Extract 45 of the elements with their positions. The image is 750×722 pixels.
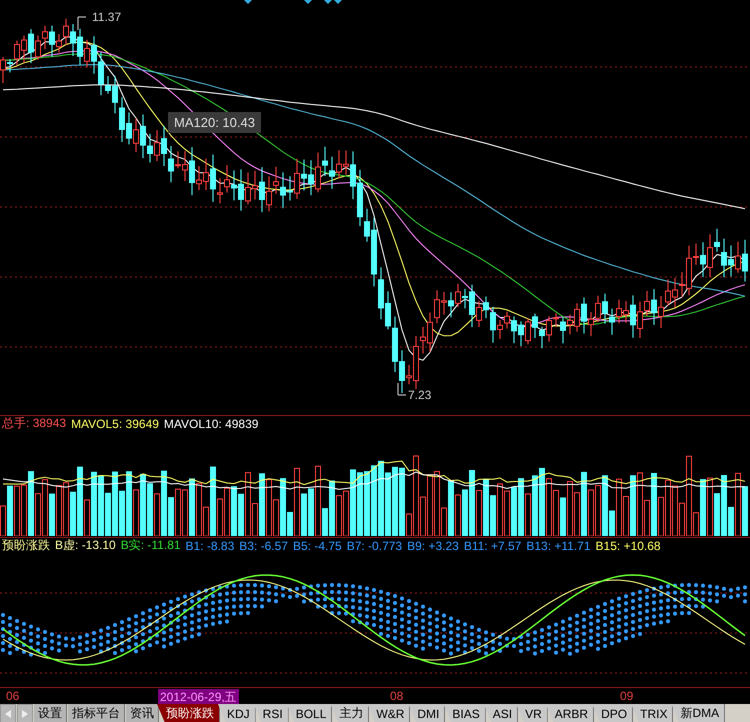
indicator-title: 预盼涨跌 (2, 537, 50, 554)
indicator-legend-item: B5: -4.75 (292, 538, 342, 552)
indicator-tab[interactable]: ARBR (546, 704, 594, 722)
volume-legend-item: 总手: 38943 (2, 415, 66, 432)
indicator-tab[interactable]: 主力 (330, 704, 370, 722)
leader-line (78, 16, 86, 30)
indicator-tab[interactable]: 新DMA (671, 704, 726, 722)
toolbar-button[interactable]: 设置 (34, 704, 67, 722)
ma-tooltip: MA120: 10.43 (168, 112, 261, 133)
indicator-tab[interactable]: TRIX (631, 704, 674, 722)
volume-legend-item: MAVOL10: 49839 (164, 416, 258, 430)
diamond-icon (304, 0, 312, 4)
indicator-tab[interactable]: RSI (254, 704, 289, 722)
left-triangle-icon (4, 710, 12, 718)
indicator-legend-item: B虚: -13.10 (55, 537, 116, 554)
indicator-legend-item: B1: -8.83 (186, 538, 234, 552)
indicator-legend-item: B15: +10.68 (596, 538, 661, 552)
indicator-tab[interactable]: DMI (408, 704, 446, 722)
date-axis-label: 08 (389, 689, 404, 703)
leader-line (398, 382, 406, 396)
indicator-legend-item: B11: +7.57 (464, 538, 522, 552)
high-price-label: 11.37 (92, 10, 122, 24)
toolbar-button[interactable]: 资讯 (126, 704, 159, 722)
indicator-tab[interactable]: BIAS (443, 704, 486, 722)
indicator-tab[interactable]: ASI (484, 704, 518, 722)
right-triangle-icon (21, 710, 29, 718)
indicator-tab[interactable]: DPO (592, 704, 634, 722)
indicator-legend-item: B13: +11.71 (526, 538, 591, 552)
scroll-right-button[interactable] (17, 704, 33, 722)
date-axis-label: 06 (5, 689, 20, 703)
indicator-legend-item: B9: +3.23 (407, 538, 459, 552)
diamond-icon (244, 0, 252, 4)
indicator-legend-item: B实: -11.81 (120, 537, 181, 554)
volume-legend-item: MAVOL5: 39649 (71, 416, 159, 430)
indicator-tab[interactable]: KDJ (218, 704, 256, 722)
date-axis-label: 09 (619, 689, 634, 703)
low-price-label: 7.23 (408, 388, 432, 402)
indicator-legend-item: B3: -6.57 (239, 538, 288, 552)
indicator-tab[interactable]: 预盼涨跌 (157, 704, 220, 722)
toolbar-button[interactable]: 指标平台 (68, 704, 125, 722)
scroll-left-button[interactable] (0, 704, 16, 722)
indicator-tab[interactable]: VR (516, 704, 548, 722)
indicator-tab[interactable]: W&R (367, 704, 410, 722)
indicator-tab[interactable]: BOLL (286, 704, 332, 722)
indicator-legend-item: B7: -0.773 (346, 538, 402, 552)
